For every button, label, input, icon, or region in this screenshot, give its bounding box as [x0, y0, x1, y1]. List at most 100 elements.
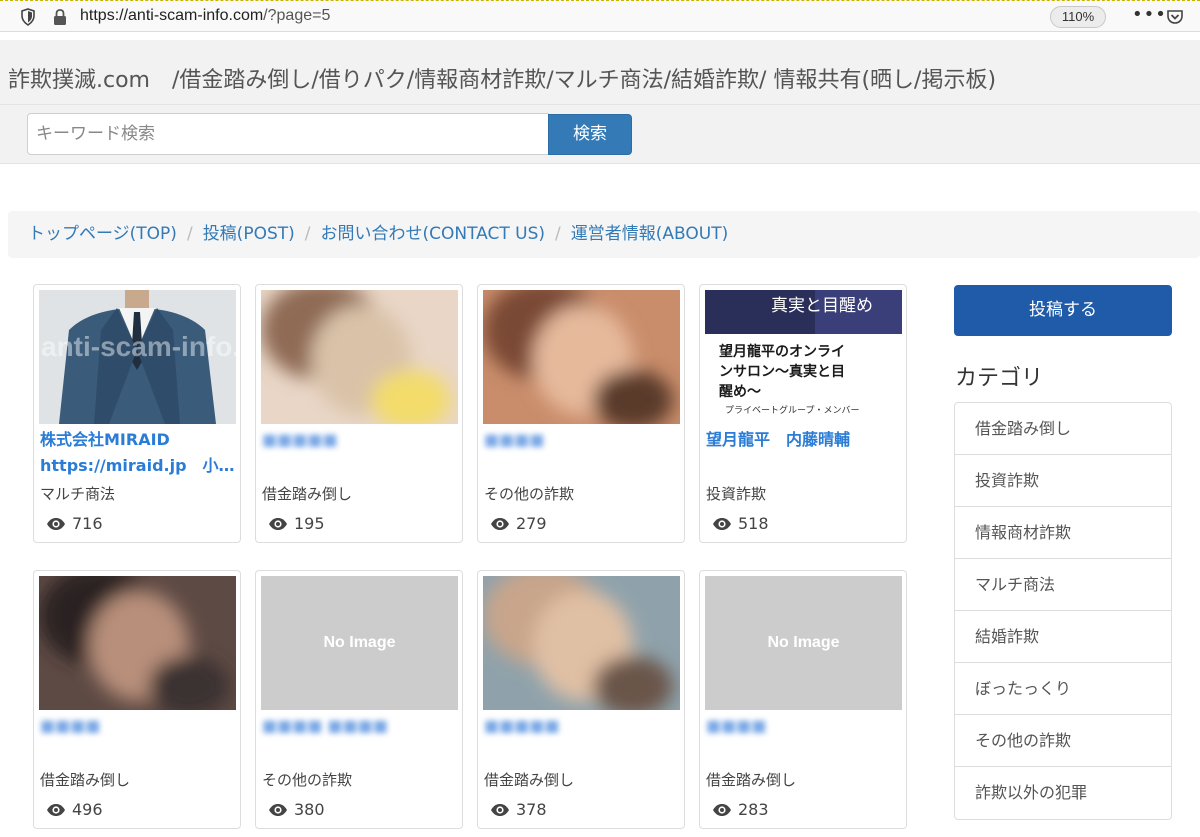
category-item[interactable]: マルチ商法 [955, 559, 1171, 611]
post-thumbnail[interactable] [483, 290, 680, 424]
post-title[interactable]: ■■■■ [706, 713, 902, 739]
post-thumbnail[interactable] [261, 290, 458, 424]
blurred-photo [39, 576, 236, 710]
post-card[interactable]: ■■■■■ 借金踏み倒し 378 [477, 570, 685, 829]
post-category: 借金踏み倒し [706, 771, 797, 789]
no-image-label: No Image [767, 634, 840, 651]
post-card[interactable]: anti-scam-info.com 株式会社MIRAIDhttps://mira… [33, 284, 241, 543]
eye-icon [268, 803, 294, 817]
zoom-level[interactable]: 110% [1050, 6, 1106, 28]
lock-icon[interactable] [52, 8, 68, 26]
post-title-line[interactable]: ■■■■ [706, 713, 902, 739]
category-item[interactable]: 詐欺以外の犯罪 [955, 767, 1171, 819]
eye-icon [46, 803, 72, 817]
search-button[interactable]: 検索 [548, 114, 632, 155]
post-title[interactable]: ■■■■ ■■■■ [262, 713, 458, 739]
view-count: 716 [46, 514, 103, 533]
breadcrumb-separator: / [304, 224, 311, 244]
url-field[interactable]: https://anti-scam-info.com/?page=5 [80, 7, 330, 25]
post-thumbnail[interactable]: 真実と目醒め望月龍平のオンライ ンサロン〜真実と目 醒め〜プライベートグループ・メン… [705, 290, 902, 424]
post-button[interactable]: 投稿する [954, 285, 1172, 336]
breadcrumb-separator: / [186, 224, 193, 244]
pocket-icon[interactable] [1166, 8, 1184, 26]
url-path: /?page=5 [263, 7, 331, 24]
more-actions-icon[interactable]: ••• [1132, 4, 1167, 25]
post-title-line[interactable]: ■■■■ ■■■■ [262, 713, 458, 739]
blurred-photo [261, 290, 458, 424]
post-thumbnail[interactable]: anti-scam-info.com [39, 290, 236, 424]
post-title[interactable]: ■■■■■ [484, 713, 680, 739]
post-card[interactable]: ■■■■■ 借金踏み倒し 195 [255, 284, 463, 543]
eye-icon [712, 803, 738, 817]
salon-sub-text: プライベートグループ・メンバー [725, 404, 859, 416]
view-count: 380 [268, 800, 325, 819]
post-title-line[interactable]: ■■■■ [484, 427, 680, 453]
url-host: https://anti-scam-info.com [80, 7, 264, 24]
post-thumbnail[interactable] [39, 576, 236, 710]
view-count: 518 [712, 514, 769, 533]
nav-link-contact[interactable]: お問い合わせ(CONTACT US) [321, 224, 546, 244]
post-title[interactable]: ■■■■ [40, 713, 236, 739]
view-count: 283 [712, 800, 769, 819]
view-count-value: 518 [738, 514, 769, 533]
category-item[interactable]: 投資詐欺 [955, 455, 1171, 507]
post-card[interactable]: No Image ■■■■ 借金踏み倒し 283 [699, 570, 907, 829]
post-title-line[interactable]: 株式会社MIRAID [40, 427, 236, 453]
post-category: マルチ商法 [40, 485, 116, 503]
category-item[interactable]: 借金踏み倒し [955, 403, 1171, 455]
category-item[interactable]: 情報商材詐欺 [955, 507, 1171, 559]
category-item[interactable]: その他の詐欺 [955, 715, 1171, 767]
site-header: 詐欺撲滅.com /借金踏み倒し/借りパク/情報商材詐欺/マルチ商法/結婚詐欺/… [0, 40, 1200, 164]
browser-address-bar: https://anti-scam-info.com/?page=5 110% … [0, 0, 1200, 32]
category-heading: カテゴリ [955, 366, 1044, 391]
eye-icon [712, 517, 738, 531]
eye-icon [490, 517, 516, 531]
eye-icon [46, 517, 72, 531]
post-card[interactable]: No Image ■■■■ ■■■■ その他の詐欺 380 [255, 570, 463, 829]
post-thumbnail[interactable] [483, 576, 680, 710]
category-item[interactable]: ぼったっくり [955, 663, 1171, 715]
suit-photo: anti-scam-info.com [39, 290, 236, 424]
post-card[interactable]: 真実と目醒め望月龍平のオンライ ンサロン〜真実と目 醒め〜プライベートグループ・メン… [699, 284, 907, 543]
salon-banner-text: 真実と目醒め [771, 296, 873, 316]
post-category: 投資詐欺 [706, 485, 767, 503]
post-title-line[interactable]: ■■■■ [40, 713, 236, 739]
view-count-value: 283 [738, 800, 769, 819]
view-count: 496 [46, 800, 103, 819]
site-title[interactable]: 詐欺撲滅.com /借金踏み倒し/借りパク/情報商材詐欺/マルチ商法/結婚詐欺/… [8, 62, 996, 94]
svg-text:望月龍平のオンライ: 望月龍平のオンライ [719, 343, 845, 360]
category-list: 借金踏み倒し 投資詐欺 情報商材詐欺 マルチ商法 結婚詐欺 ぼったっくり その他… [954, 402, 1172, 820]
post-title-line[interactable]: ■■■■■ [262, 427, 458, 453]
post-thumbnail[interactable]: No Image [705, 576, 902, 710]
post-category: 借金踏み倒し [262, 485, 353, 503]
post-title[interactable]: ■■■■■ [262, 427, 458, 453]
no-image-placeholder: No Image [261, 576, 458, 710]
nav-link-about[interactable]: 運営者情報(ABOUT) [571, 224, 728, 244]
post-category: その他の詐欺 [484, 485, 575, 503]
svg-text:醒め〜: 醒め〜 [719, 384, 761, 400]
post-card[interactable]: ■■■■ 借金踏み倒し 496 [33, 570, 241, 829]
view-count-value: 378 [516, 800, 547, 819]
post-category: 借金踏み倒し [484, 771, 575, 789]
shield-icon[interactable] [20, 8, 36, 26]
post-title[interactable]: ■■■■ [484, 427, 680, 453]
svg-text:ンサロン〜真実と目: ンサロン〜真実と目 [719, 363, 845, 380]
category-item[interactable]: 結婚詐欺 [955, 611, 1171, 663]
view-count: 378 [490, 800, 547, 819]
post-title-line[interactable]: 望月龍平 内藤晴輔 [706, 427, 902, 453]
nav-link-top[interactable]: トップページ(TOP) [28, 224, 177, 244]
nav-link-post[interactable]: 投稿(POST) [203, 224, 295, 244]
view-count-value: 279 [516, 514, 547, 533]
post-title[interactable]: 株式会社MIRAID https://miraid.jp 小… [40, 427, 236, 479]
no-image-label: No Image [323, 634, 396, 651]
post-title-line[interactable]: ■■■■■ [484, 713, 680, 739]
post-thumbnail[interactable]: No Image [261, 576, 458, 710]
post-card[interactable]: ■■■■ その他の詐欺 279 [477, 284, 685, 543]
post-title-line[interactable]: https://miraid.jp 小… [40, 453, 236, 479]
watermark-text: anti-scam-info.com [41, 331, 236, 362]
eye-icon [490, 803, 516, 817]
view-count-value: 496 [72, 800, 103, 819]
view-count-value: 195 [294, 514, 325, 533]
post-title[interactable]: 望月龍平 内藤晴輔 [706, 427, 902, 453]
search-input[interactable]: キーワード検索 [27, 113, 549, 155]
